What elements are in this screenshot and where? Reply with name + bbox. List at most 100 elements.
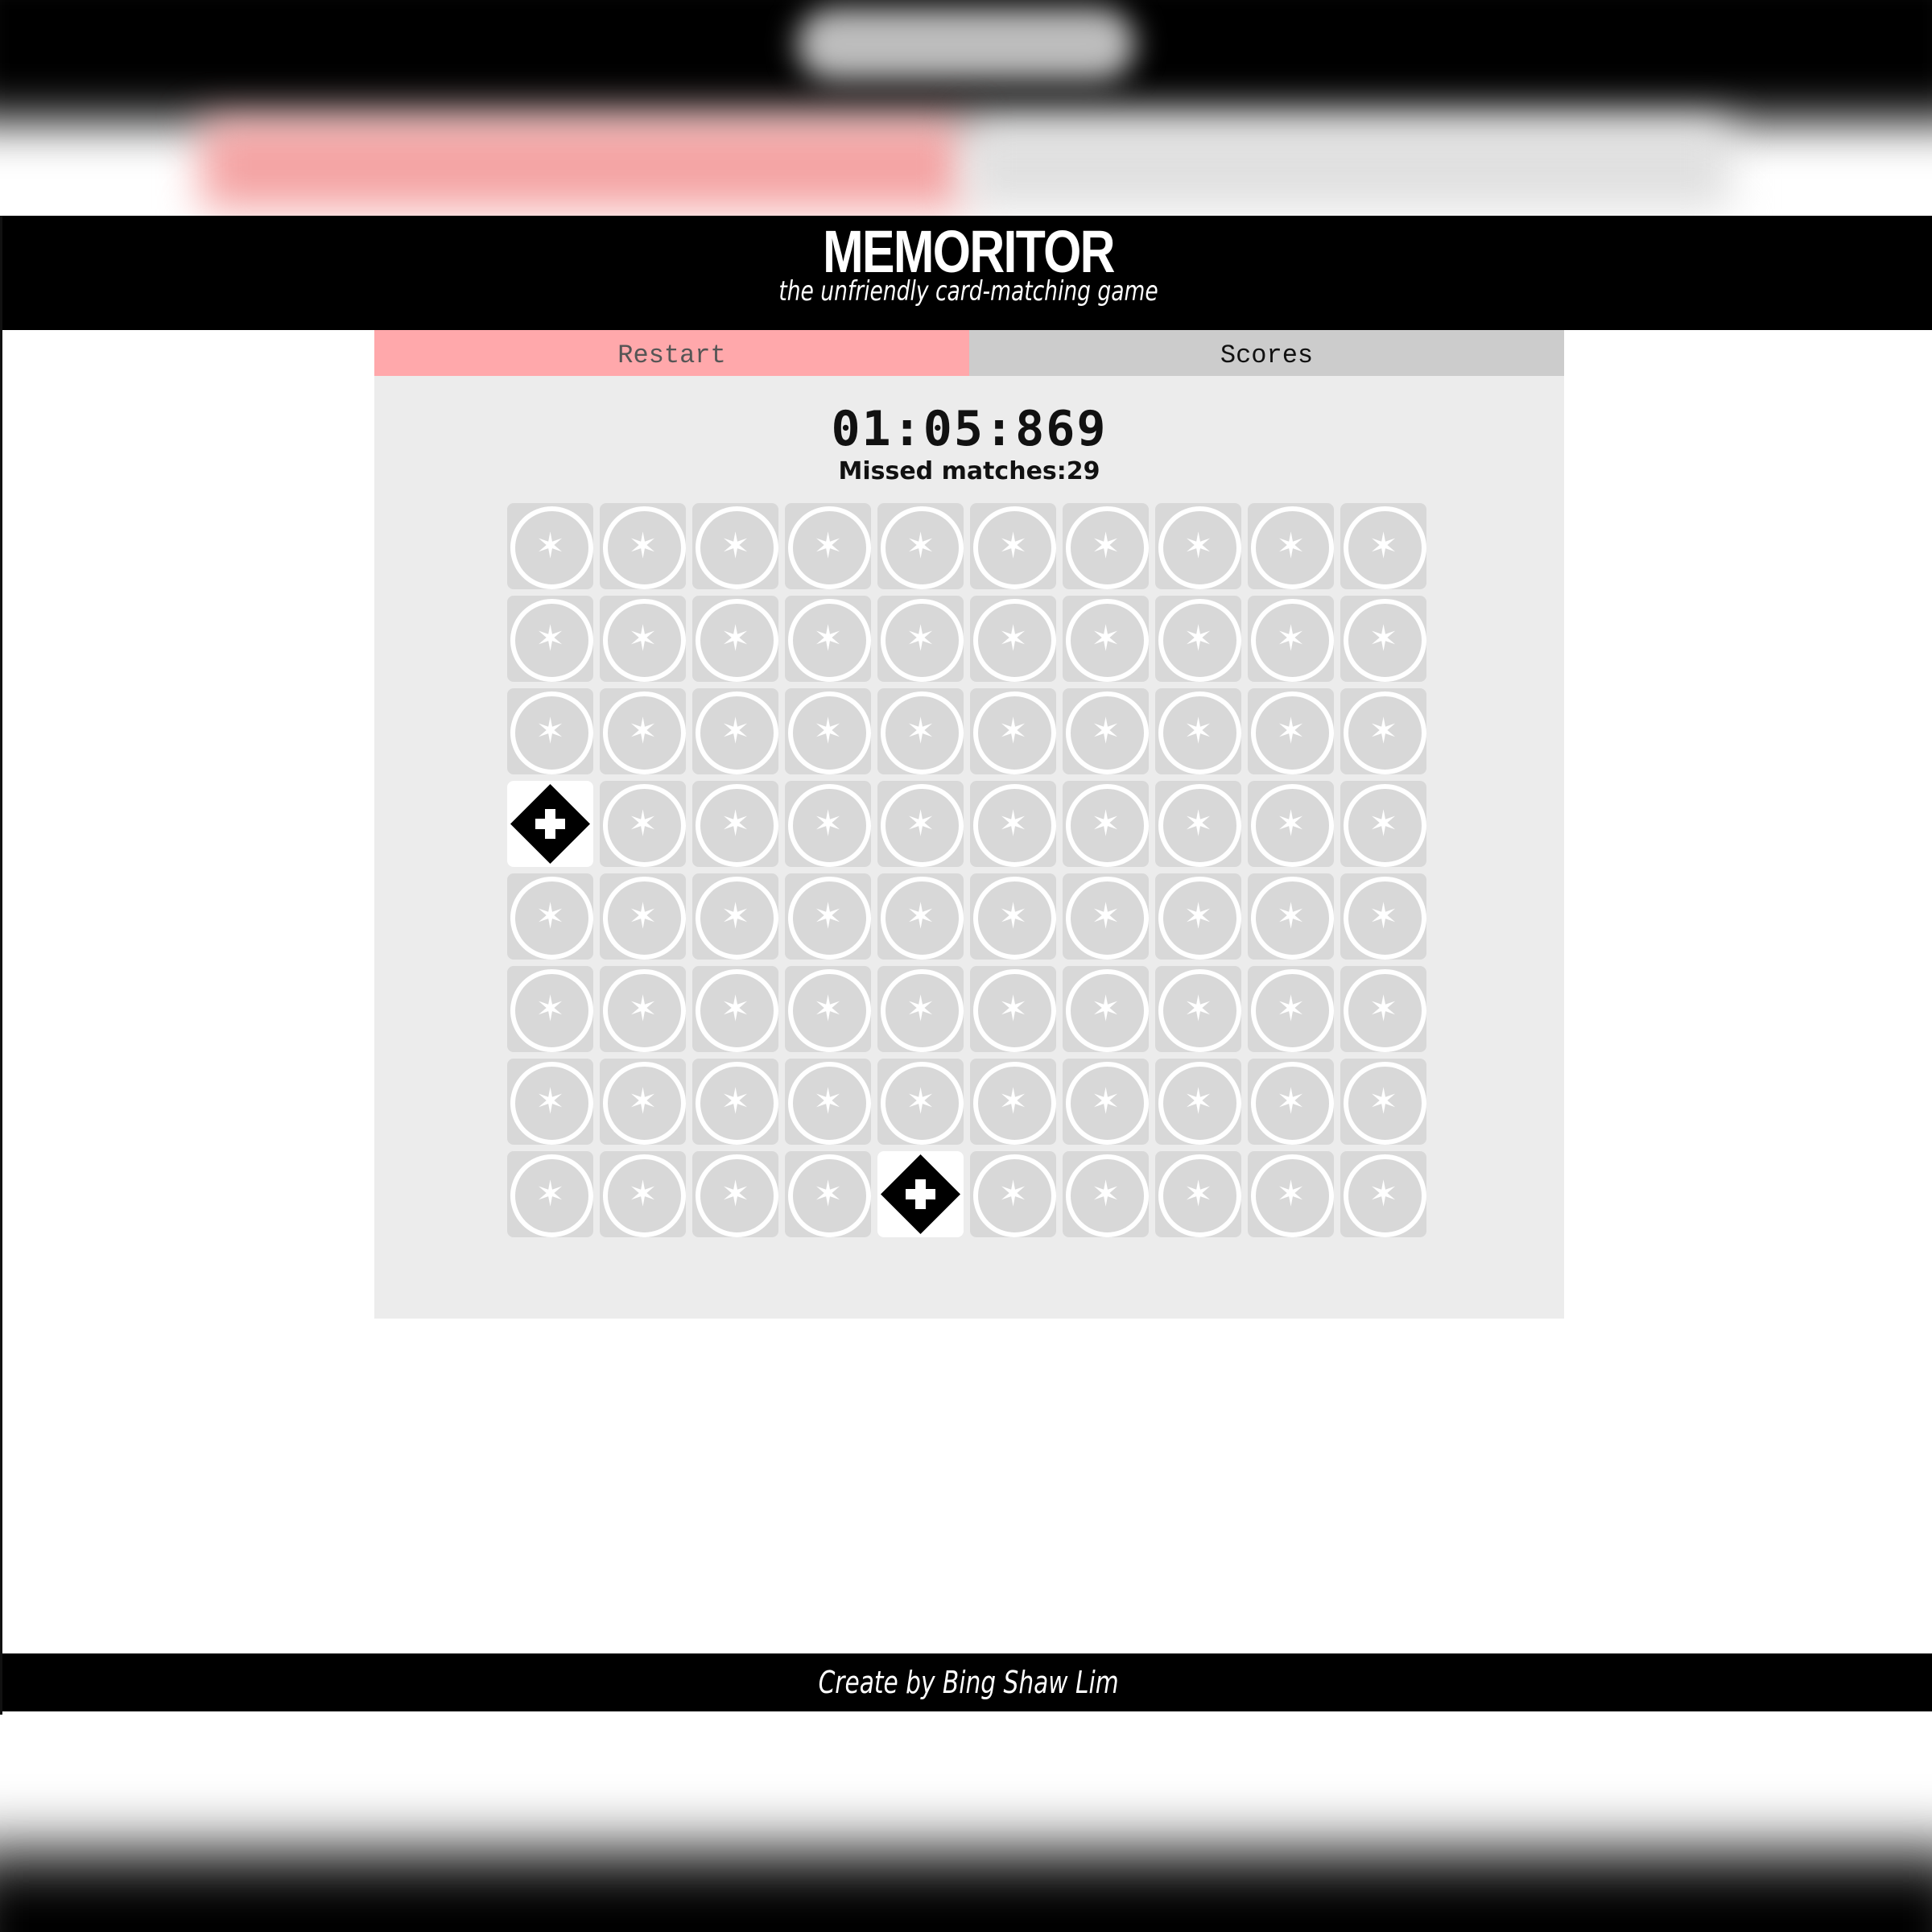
card[interactable]: ✶: [970, 1151, 1056, 1237]
card[interactable]: ✶: [507, 688, 593, 774]
card[interactable]: ✶: [877, 596, 964, 682]
card[interactable]: ✶: [877, 1151, 964, 1237]
card[interactable]: ✶: [600, 873, 686, 960]
star-icon: ✶: [998, 896, 1028, 937]
star-icon: ✶: [535, 1174, 565, 1215]
card[interactable]: ✶: [692, 873, 778, 960]
card[interactable]: ✶: [970, 1059, 1056, 1145]
card[interactable]: ✶: [1155, 596, 1241, 682]
card[interactable]: ✶: [600, 781, 686, 867]
card[interactable]: ✶: [600, 1059, 686, 1145]
card[interactable]: ✶: [1063, 873, 1149, 960]
card[interactable]: ✶: [785, 1151, 871, 1237]
card[interactable]: ✶: [785, 596, 871, 682]
card[interactable]: ✶: [1340, 966, 1426, 1052]
star-icon: ✶: [906, 989, 935, 1030]
card[interactable]: ✶: [507, 781, 593, 867]
card[interactable]: ✶: [1155, 873, 1241, 960]
scores-button[interactable]: Scores: [969, 330, 1564, 376]
card[interactable]: ✶: [507, 596, 593, 682]
card[interactable]: ✶: [785, 1059, 871, 1145]
card[interactable]: ✶: [1248, 688, 1334, 774]
card[interactable]: ✶: [1340, 503, 1426, 589]
card[interactable]: ✶: [970, 873, 1056, 960]
card[interactable]: ✶: [877, 873, 964, 960]
card[interactable]: ✶: [1340, 688, 1426, 774]
star-icon: ✶: [813, 618, 843, 659]
card[interactable]: ✶: [1340, 873, 1426, 960]
card[interactable]: ✶: [507, 1151, 593, 1237]
card[interactable]: ✶: [1155, 688, 1241, 774]
card[interactable]: ✶: [1340, 1059, 1426, 1145]
card[interactable]: ✶: [692, 1151, 778, 1237]
card[interactable]: ✶: [1248, 503, 1334, 589]
card[interactable]: ✶: [1063, 596, 1149, 682]
star-icon: ✶: [628, 711, 658, 752]
card[interactable]: ✶: [1063, 781, 1149, 867]
card[interactable]: ✶: [507, 1059, 593, 1145]
card[interactable]: ✶: [1063, 966, 1149, 1052]
card[interactable]: ✶: [1248, 1151, 1334, 1237]
star-icon: ✶: [1183, 803, 1213, 844]
star-icon: ✶: [998, 711, 1028, 752]
card[interactable]: ✶: [970, 503, 1056, 589]
card[interactable]: ✶: [877, 503, 964, 589]
card[interactable]: ✶: [692, 503, 778, 589]
card[interactable]: ✶: [970, 688, 1056, 774]
card[interactable]: ✶: [1248, 966, 1334, 1052]
card[interactable]: ✶: [785, 781, 871, 867]
card[interactable]: ✶: [507, 873, 593, 960]
star-icon: ✶: [906, 896, 935, 937]
card[interactable]: ✶: [1063, 1059, 1149, 1145]
card[interactable]: ✶: [877, 966, 964, 1052]
app-title: MEMORITOR: [823, 218, 1115, 285]
card[interactable]: ✶: [785, 503, 871, 589]
card[interactable]: ✶: [877, 1059, 964, 1145]
star-icon: ✶: [628, 526, 658, 567]
card[interactable]: ✶: [1063, 1151, 1149, 1237]
card[interactable]: ✶: [1340, 1151, 1426, 1237]
card[interactable]: ✶: [1063, 688, 1149, 774]
star-icon: ✶: [628, 618, 658, 659]
card[interactable]: ✶: [1155, 781, 1241, 867]
card[interactable]: ✶: [507, 966, 593, 1052]
card[interactable]: ✶: [692, 1059, 778, 1145]
card[interactable]: ✶: [692, 596, 778, 682]
restart-button[interactable]: Restart: [374, 330, 969, 376]
card[interactable]: ✶: [1248, 781, 1334, 867]
card[interactable]: ✶: [970, 781, 1056, 867]
star-icon: ✶: [813, 896, 843, 937]
card[interactable]: ✶: [1248, 596, 1334, 682]
card[interactable]: ✶: [1155, 503, 1241, 589]
card[interactable]: ✶: [1155, 966, 1241, 1052]
star-icon: ✶: [628, 1081, 658, 1122]
timer: 01:05:869: [831, 401, 1108, 457]
card[interactable]: ✶: [600, 966, 686, 1052]
card[interactable]: ✶: [600, 596, 686, 682]
card[interactable]: ✶: [877, 688, 964, 774]
card[interactable]: ✶: [1063, 503, 1149, 589]
card[interactable]: ✶: [785, 966, 871, 1052]
card[interactable]: ✶: [970, 596, 1056, 682]
card[interactable]: ✶: [600, 503, 686, 589]
card[interactable]: ✶: [1155, 1151, 1241, 1237]
card[interactable]: ✶: [692, 781, 778, 867]
diamond-cross-icon: [510, 784, 590, 864]
card[interactable]: ✶: [970, 966, 1056, 1052]
card[interactable]: ✶: [692, 966, 778, 1052]
card[interactable]: ✶: [1340, 781, 1426, 867]
star-icon: ✶: [1091, 526, 1121, 567]
card[interactable]: ✶: [507, 503, 593, 589]
card[interactable]: ✶: [600, 688, 686, 774]
card[interactable]: ✶: [1248, 1059, 1334, 1145]
card[interactable]: ✶: [692, 688, 778, 774]
card[interactable]: ✶: [1248, 873, 1334, 960]
card[interactable]: ✶: [785, 873, 871, 960]
card[interactable]: ✶: [1340, 596, 1426, 682]
star-icon: ✶: [1276, 803, 1306, 844]
card[interactable]: ✶: [785, 688, 871, 774]
star-icon: ✶: [1368, 711, 1398, 752]
card[interactable]: ✶: [600, 1151, 686, 1237]
card[interactable]: ✶: [877, 781, 964, 867]
card[interactable]: ✶: [1155, 1059, 1241, 1145]
